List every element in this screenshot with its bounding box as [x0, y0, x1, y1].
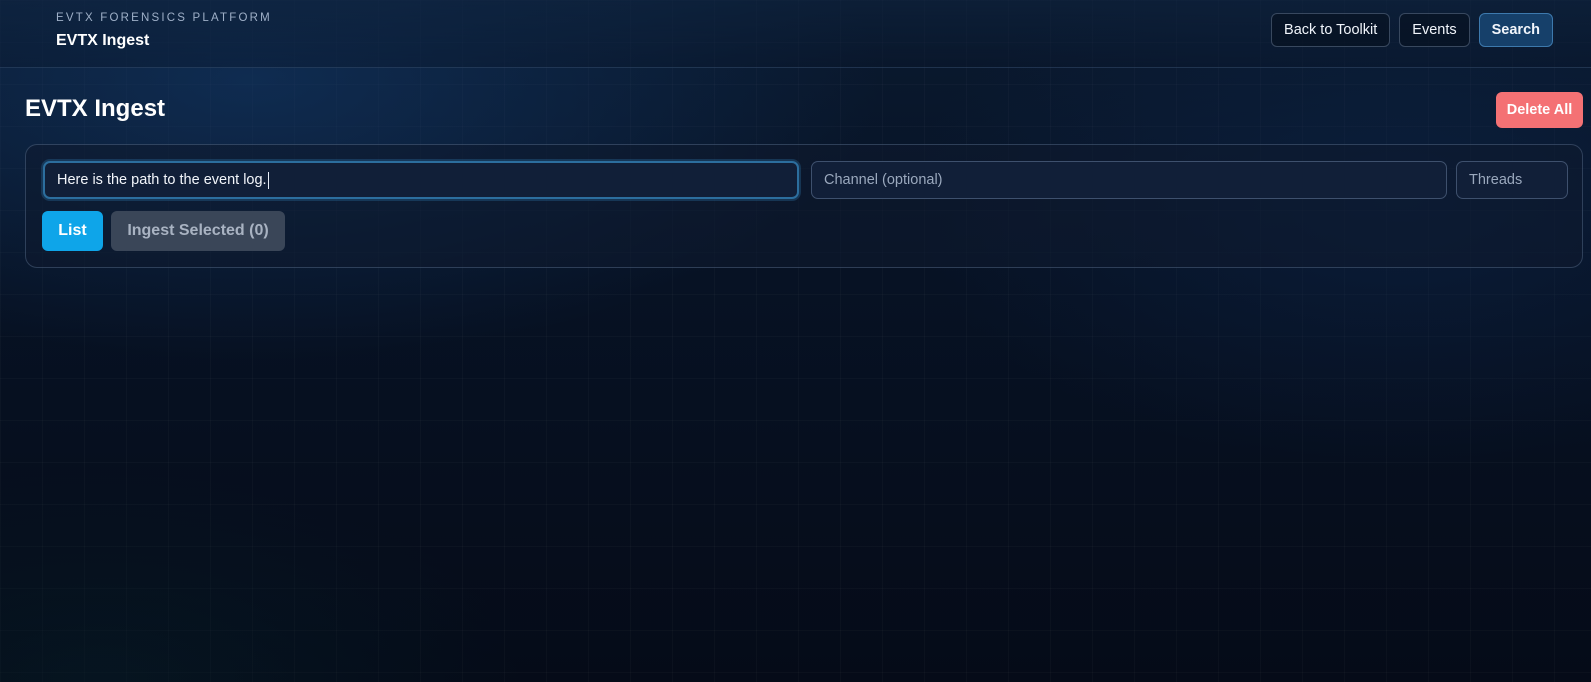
events-button[interactable]: Events: [1399, 13, 1470, 47]
top-nav: Back to Toolkit Events Search: [1271, 13, 1553, 47]
ingest-selected-button[interactable]: Ingest Selected (0): [111, 211, 285, 251]
brand-kicker: EVTX FORENSICS PLATFORM: [56, 12, 272, 24]
list-button[interactable]: List: [42, 211, 103, 251]
threads-placeholder: Threads: [1469, 172, 1523, 188]
brand-title: EVTX Ingest: [56, 32, 150, 49]
text-caret: [267, 171, 269, 189]
channel-input[interactable]: Channel (optional): [811, 161, 1447, 199]
ingest-form-card: Here is the path to the event log. Chann…: [25, 144, 1583, 268]
threads-input[interactable]: Threads: [1456, 161, 1568, 199]
search-button[interactable]: Search: [1478, 13, 1553, 47]
delete-all-button[interactable]: Delete All: [1496, 92, 1583, 128]
path-input[interactable]: Here is the path to the event log.: [43, 161, 799, 199]
brand: EVTX FORENSICS PLATFORM EVTX Ingest: [56, 12, 272, 50]
channel-placeholder: Channel (optional): [824, 172, 943, 188]
back-to-toolkit-button[interactable]: Back to Toolkit: [1271, 13, 1391, 47]
path-input-value: Here is the path to the event log.: [57, 172, 267, 188]
top-header: EVTX FORENSICS PLATFORM EVTX Ingest Back…: [0, 0, 1591, 68]
page-title: EVTX Ingest: [25, 95, 166, 122]
